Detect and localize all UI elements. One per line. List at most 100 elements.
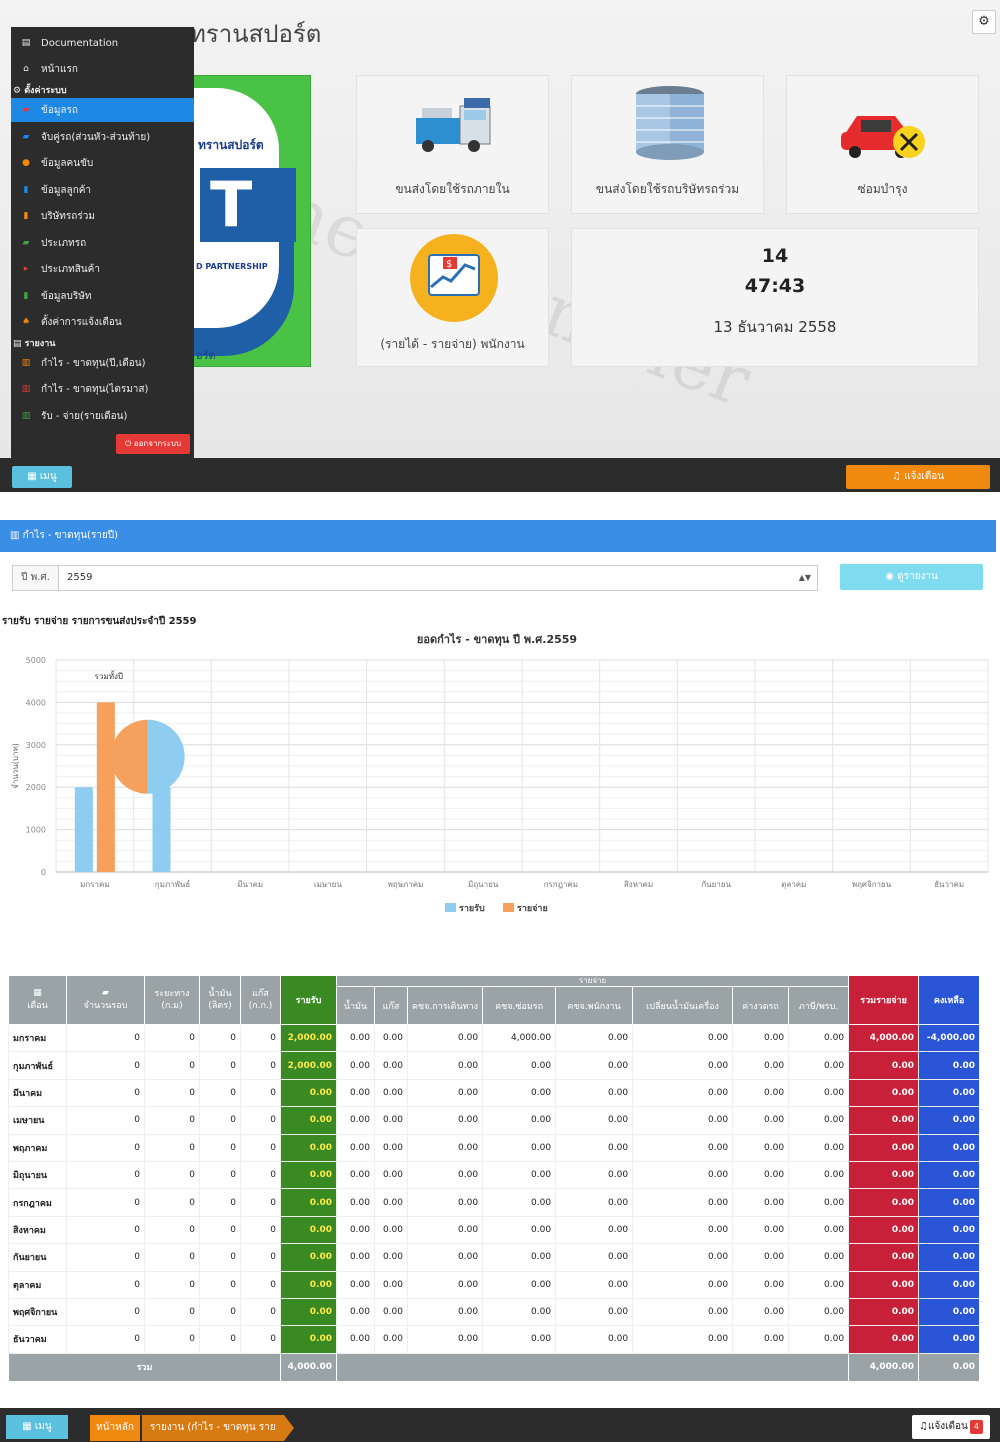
y-tick-label: 2000 (26, 783, 46, 792)
breadcrumb-home[interactable]: หน้าหลัก (90, 1415, 140, 1441)
cell-balance: 0.00 (918, 1325, 981, 1354)
table-cell: 0.00 (632, 1270, 734, 1299)
logo-text: ทรานสปอร์ต (198, 138, 264, 152)
cell-balance: 0.00 (918, 1297, 981, 1327)
col-gas: แก๊ส (ก.ก.) (240, 975, 281, 1025)
alert-button[interactable]: ♫ แจ้งเตือน (846, 465, 990, 489)
cell-income: 2,000.00 (280, 1051, 337, 1080)
y-tick-label: 1000 (26, 826, 46, 835)
tile-staff-finance[interactable]: $ (รายได้ - รายจ่าย) พนักงาน (356, 228, 549, 367)
menu-item-alert-settings[interactable]: ♠ ตั้งค่าการแจ้งเตือน (11, 310, 194, 334)
menu-item-partner-company[interactable]: ▮ บริษัทรถร่วม (11, 204, 194, 228)
table-cell: 0 (144, 1325, 200, 1354)
table-cell: 0.00 (336, 1188, 375, 1217)
menu-item-report-profit-quarter[interactable]: ▥ กำไร - ขาดทุน(ไตรมาส) (11, 377, 194, 401)
bar-chart-icon: ▥ (21, 411, 31, 421)
menu-item-product-type[interactable]: ▸ ประเภทสินค้า (11, 257, 194, 281)
table-cell: 0.00 (732, 1023, 790, 1053)
book-icon: ▤ (21, 38, 31, 48)
table-cell: 0 (144, 1133, 200, 1162)
menu-item-documentation[interactable]: ▤ Documentation (11, 31, 194, 55)
table-cell: 0.00 (374, 1078, 408, 1108)
table-cell: 0.00 (632, 1188, 734, 1217)
table-cell: 0.00 (336, 1023, 375, 1053)
tile-caption: ขนส่งโดยใช้รถบริษัทรถร่วม (595, 182, 740, 196)
table-cell: 0.00 (336, 1243, 375, 1272)
settings-gear-icon[interactable]: ⚙ (972, 10, 996, 34)
table-cell: 0.00 (374, 1106, 408, 1135)
menu-item-truck-pairing[interactable]: ▰ จับคู่รถ(ส่วนหัว-ส่วนท้าย) (11, 125, 194, 149)
table-cell: 0 (199, 1325, 241, 1354)
menu-item-report-profit-year-month[interactable]: ▥ กำไร - ขาดทุน(ปี,เดือน) (11, 351, 194, 375)
table-cell: 0.00 (406, 1160, 484, 1190)
svg-text:$: $ (446, 259, 452, 270)
x-tick-label: เมษายน (314, 880, 342, 889)
menu-button[interactable]: ▦ เมนู (12, 466, 72, 488)
tile-repair[interactable]: ซ่อมบำรุง (786, 75, 979, 214)
tile-internal-truck[interactable]: ขนส่งโดยใช้รถภายใน (356, 75, 549, 214)
table-cell: 0 (66, 1051, 145, 1080)
y-tick-label: 4000 (26, 698, 46, 707)
table-cell: 0 (199, 1243, 241, 1272)
cell-total-expense: 0.00 (848, 1160, 920, 1190)
menu-item-truck-type[interactable]: ▰ ประเภทรถ (11, 231, 194, 255)
table-cell: 0.00 (788, 1051, 850, 1080)
tile-caption: ขนส่งโดยใช้รถภายใน (395, 182, 510, 196)
table-cell: 0 (66, 1078, 145, 1108)
menu-item-customer[interactable]: ▮ ข้อมูลลูกค้า (11, 178, 194, 202)
bottom-bar: ▦ เมนู ♫ แจ้งเตือน (0, 458, 1000, 492)
menu-item-truck-data[interactable]: ▰ ข้อมูลรถ (11, 98, 194, 122)
company-logo: ทรานสปอร์ต T D PARTNERSHIP อร์ต (193, 75, 311, 367)
cell-balance: 0.00 (918, 1106, 981, 1135)
col-oil: น้ำมัน (ลิตร) (199, 975, 241, 1025)
chart-title: ยอดกำไร - ขาดทุน ปี พ.ศ.2559 (417, 632, 577, 647)
col-month: ▦ เดือน (8, 975, 67, 1025)
year-select[interactable]: 2559 ▲▼ (58, 565, 818, 591)
app-title: ทรานสปอร์ต (190, 20, 322, 48)
bottom-bar: ▦ เมนู หน้าหลัก รายงาน (กำไร - ขาดทุน รา… (0, 1408, 1000, 1442)
alert-count-badge: 4 (969, 1420, 983, 1434)
table-cell: 0.00 (555, 1188, 634, 1217)
x-tick-label: มิถุนายน (468, 880, 499, 889)
table-cell: 0.00 (632, 1106, 734, 1135)
table-cell: 0.00 (632, 1160, 734, 1190)
menu-item-driver[interactable]: ● ข้อมูลคนขับ (11, 151, 194, 175)
x-tick-label: มีนาคม (237, 880, 263, 889)
menu-item-home[interactable]: ⌂ หน้าแรก (11, 57, 194, 81)
truck-type-icon: ▰ (22, 238, 30, 248)
alert-button[interactable]: ♫แจ้งเตือน 4 (912, 1415, 990, 1439)
menu-button[interactable]: ▦ เมนู (6, 1415, 68, 1439)
table-cell: 0 (144, 1188, 200, 1217)
bar-chart-icon: ▥ (21, 358, 31, 368)
clock-date: 13 ธันวาคม 2558 (713, 318, 837, 336)
cell-balance: 0.00 (918, 1243, 981, 1272)
breadcrumb-current: รายงาน (กำไร - ขาดทุน รายปี) (142, 1415, 284, 1441)
table-cell: 0.00 (788, 1270, 850, 1299)
table-cell: 0.00 (374, 1215, 408, 1245)
cell-income: 0.00 (280, 1078, 337, 1108)
cell-month: พฤภาคม (8, 1133, 67, 1162)
tile-partner-truck[interactable]: ขนส่งโดยใช้รถบริษัทรถร่วม (571, 75, 764, 214)
bell-icon: ♠ (21, 317, 31, 327)
menu-icon: ▦ (22, 1421, 32, 1432)
view-report-button[interactable]: ◉ ดูรายงาน (840, 564, 983, 590)
table-cell: 0.00 (788, 1243, 850, 1272)
cell-total-expense: 4,000.00 (848, 1023, 920, 1053)
logout-button[interactable]: ⏻ ออกจากระบบ (116, 434, 190, 454)
x-tick-label: พฤษภาคม (388, 880, 424, 889)
tile-caption: (รายได้ - รายจ่าย) พนักงาน (380, 337, 525, 351)
bar-chart-icon: ▥ (10, 530, 20, 541)
col-expense-7: ภาษี/พรบ. (788, 986, 850, 1025)
table-cell: 0.00 (482, 1188, 557, 1217)
menu-icon: ▦ (27, 471, 37, 482)
cell-month: มกราคม (8, 1023, 67, 1053)
table-cell: 0.00 (406, 1243, 484, 1272)
table-cell: 0 (66, 1160, 145, 1190)
table-cell: 0.00 (406, 1078, 484, 1108)
menu-item-report-income-expense[interactable]: ▥ รับ - จ่าย(รายเดือน) (11, 404, 194, 428)
table-cell: 0.00 (374, 1023, 408, 1053)
table-cell: 0 (66, 1270, 145, 1299)
menu-item-company-info[interactable]: ▮ ข้อมูลบริษัท (11, 284, 194, 308)
table-cell: 0.00 (336, 1106, 375, 1135)
table-row: พฤศจิกายน 0 0 0 0 0.00 0.00 0.00 0.00 0.00 0.00 0.0… (8, 1297, 981, 1327)
